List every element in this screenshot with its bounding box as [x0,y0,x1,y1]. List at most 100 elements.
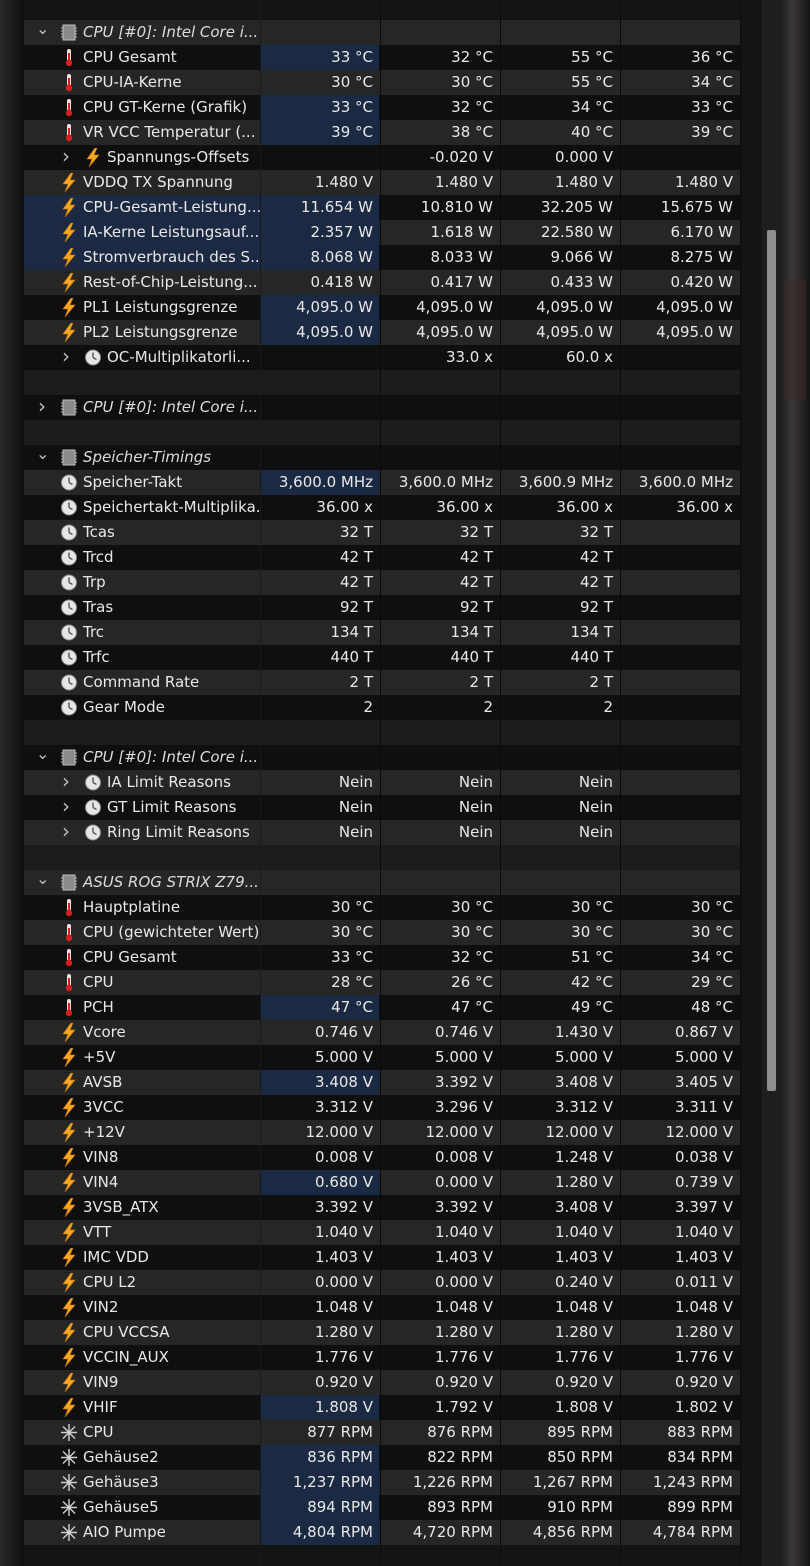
chevron-right-icon[interactable]: › [36,395,48,418]
group-label: ASUS ROG STRIX Z79... [83,873,259,891]
value-cell-min: Nein [458,773,493,791]
sensor-row[interactable]: › Spannungs-Offsets -0.020 V 0.000 V [24,145,740,170]
sensor-row[interactable]: VIN2 1.048 V 1.048 V 1.048 V 1.048 V [24,1295,740,1320]
sensor-row[interactable]: CPU-Gesamt-Leistung... 11.654 W 10.810 W 32… [24,195,740,220]
sensor-row[interactable]: CPU (gewichteter Wert) 30 °C 30 °C 30 °C 30 … [24,920,740,945]
vertical-scrollbar[interactable] [762,0,780,1566]
sensor-row[interactable]: IA-Kerne Leistungsauf... 2.357 W 1.618 W 22… [24,220,740,245]
value-cell-current [261,445,379,470]
group-row[interactable]: ⌄ ASUS ROG STRIX Z79... [24,870,740,895]
chevron-right-icon[interactable]: › [60,795,72,818]
value-cell-max: 2 T [589,673,613,691]
value-cell-max: 36.00 x [556,498,613,516]
value-cell-min: 30 °C [451,898,493,916]
group-row[interactable]: › CPU [#0]: Intel Core i... [24,395,740,420]
sensor-row[interactable]: VIN8 0.008 V 0.008 V 1.248 V 0.038 V [24,1145,740,1170]
value-cell-current: 1.808 V [261,1395,379,1420]
group-row[interactable]: ⌄ CPU [#0]: Intel Core i... [24,745,740,770]
value-cell-current [261,20,379,45]
chevron-down-icon[interactable]: ⌄ [36,20,49,38]
chevron-down-icon[interactable]: ⌄ [36,745,49,763]
group-row[interactable]: ⌄ CPU [#0]: Intel Core i... [24,20,740,45]
sensor-row[interactable]: PCH 47 °C 47 °C 49 °C 48 °C [24,995,740,1020]
sensor-row[interactable]: Gear Mode 2 2 2 [24,695,740,720]
sensor-row[interactable]: Rest-of-Chip-Leistung... 0.418 W 0.417 W 0.… [24,270,740,295]
sensor-row[interactable]: AVSB 3.408 V 3.392 V 3.408 V 3.405 V [24,1070,740,1095]
sensor-row[interactable]: 3VSB_ATX 3.392 V 3.392 V 3.408 V 3.397 V [24,1195,740,1220]
sensor-row[interactable]: Vcore 0.746 V 0.746 V 1.430 V 0.867 V [24,1020,740,1045]
sensor-row[interactable]: Speichertakt-Multiplika... 36.00 x 36.00 x… [24,495,740,520]
value-cell-min [381,870,499,895]
sensor-row[interactable]: Hauptplatine 30 °C 30 °C 30 °C 30 °C [24,895,740,920]
sensor-row[interactable]: CPU L2 0.000 V 0.000 V 0.240 V 0.011 V [24,1270,740,1295]
clock-icon [60,573,78,592]
sensor-row[interactable]: VDDQ TX Spannung 1.480 V 1.480 V 1.480 V 1.4… [24,170,740,195]
row-label-cell: PL2 Leistungsgrenze [24,320,260,345]
sensor-row[interactable]: Gehäuse2 836 RPM 822 RPM 850 RPM 834 RPM [24,1445,740,1470]
value-cell-avg: 15.675 W [660,198,733,216]
chip-icon [60,23,78,42]
sensor-row[interactable]: CPU 877 RPM 876 RPM 895 RPM 883 RPM [24,1420,740,1445]
value-cell-avg [621,570,739,595]
sensor-row[interactable]: VIN9 0.920 V 0.920 V 0.920 V 0.920 V [24,1370,740,1395]
sensor-row[interactable]: CPU Gesamt 33 °C 32 °C 55 °C 36 °C [24,45,740,70]
sensor-row[interactable]: 3VCC 3.312 V 3.296 V 3.312 V 3.311 V [24,1095,740,1120]
sensor-row[interactable]: VHIF 1.808 V 1.792 V 1.808 V 1.802 V [24,1395,740,1420]
value-cell-current: 32 T [339,523,373,541]
sensor-row[interactable]: Gehäuse3 1,237 RPM 1,226 RPM 1,267 RPM 1,243… [24,1470,740,1495]
sensor-row[interactable]: AIO Pumpe 4,804 RPM 4,720 RPM 4,856 RPM 4,78… [24,1520,740,1545]
sensor-row[interactable]: VCCIN_AUX 1.776 V 1.776 V 1.776 V 1.776 V [24,1345,740,1370]
value-cell-avg: 3,600.0 MHz [638,473,733,491]
sensor-label: CPU Gesamt [83,948,177,966]
sensor-row[interactable]: › OC-Multiplikatorli... 33.0 x 60.0 x [24,345,740,370]
sensor-row[interactable]: CPU Gesamt 33 °C 32 °C 51 °C 34 °C [24,945,740,970]
value-cell-min: 3,600.0 MHz [398,473,493,491]
sensor-row[interactable]: Stromverbrauch des S... 8.068 W 8.033 W 9.0… [24,245,740,270]
sensor-row[interactable]: Trp 42 T 42 T 42 T [24,570,740,595]
sensor-label: CPU-IA-Kerne [83,73,182,91]
sensor-row[interactable]: › Ring Limit Reasons Nein Nein Nein [24,820,740,845]
sensor-row[interactable]: CPU 28 °C 26 °C 42 °C 29 °C [24,970,740,995]
sensor-row[interactable]: Trfc 440 T 440 T 440 T [24,645,740,670]
value-cell-current: 2 T [349,673,373,691]
chevron-down-icon[interactable]: ⌄ [36,870,49,888]
sensor-row[interactable]: PL2 Leistungsgrenze 4,095.0 W 4,095.0 W 4,0… [24,320,740,345]
group-row[interactable]: ⌄ Speicher-Timings [24,445,740,470]
scrollbar-thumb[interactable] [767,230,776,1091]
row-label-cell: VR VCC Temperatur (... [24,120,260,145]
value-cell-avg [621,645,739,670]
chevron-right-icon[interactable]: › [60,145,72,168]
sensor-row[interactable]: Trcd 42 T 42 T 42 T [24,545,740,570]
sensor-row[interactable]: +12V 12.000 V 12.000 V 12.000 V 12.000 V [24,1120,740,1145]
sensor-row[interactable]: PL1 Leistungsgrenze 4,095.0 W 4,095.0 W 4,0… [24,295,740,320]
sensor-row[interactable]: Gehäuse5 894 RPM 893 RPM 910 RPM 899 RPM [24,1495,740,1520]
sensor-row[interactable]: Speicher-Takt 3,600.0 MHz 3,600.0 MHz 3,600… [24,470,740,495]
sensor-row[interactable]: › GT Limit Reasons Nein Nein Nein [24,795,740,820]
chevron-right-icon[interactable]: › [60,820,72,843]
sensor-row[interactable]: Tcas 32 T 32 T 32 T [24,520,740,545]
chevron-right-icon[interactable]: › [60,770,72,793]
sensor-row[interactable]: Tras 92 T 92 T 92 T [24,595,740,620]
sensor-row[interactable]: CPU VCCSA 1.280 V 1.280 V 1.280 V 1.280 V [24,1320,740,1345]
lightning-icon [60,272,78,293]
sensor-row[interactable]: CPU GT-Kerne (Grafik) 33 °C 32 °C 34 °C 33 °… [24,95,740,120]
chevron-right-icon[interactable]: › [60,345,72,368]
sensor-row[interactable]: VTT 1.040 V 1.040 V 1.040 V 1.040 V [24,1220,740,1245]
sensor-row[interactable]: Command Rate 2 T 2 T 2 T [24,670,740,695]
sensor-row[interactable]: IMC VDD 1.403 V 1.403 V 1.403 V 1.403 V [24,1245,740,1270]
sensor-row[interactable]: +5V 5.000 V 5.000 V 5.000 V 5.000 V [24,1045,740,1070]
sensor-row[interactable]: VIN4 0.680 V 0.000 V 1.280 V 0.739 V [24,1170,740,1195]
sensor-label: VTT [83,1223,112,1241]
value-cell-min: 3.392 V [435,1198,493,1216]
row-label-cell: CPU L2 [24,1270,260,1295]
sensor-row[interactable]: Trc 134 T 134 T 134 T [24,620,740,645]
value-cell-max: 895 RPM [547,1423,613,1441]
chevron-down-icon[interactable]: ⌄ [36,445,49,463]
lightning-icon [60,1272,78,1293]
sensor-row[interactable]: › IA Limit Reasons Nein Nein Nein [24,770,740,795]
sensor-row[interactable]: CPU-IA-Kerne 30 °C 30 °C 55 °C 34 °C [24,70,740,95]
sensor-row[interactable]: VR VCC Temperatur (... 39 °C 38 °C 40 °C 39 … [24,120,740,145]
value-cell-current: 11.654 W [261,195,379,220]
value-cell-max: 51 °C [571,948,613,966]
value-cell-max: 0.240 V [555,1273,613,1291]
